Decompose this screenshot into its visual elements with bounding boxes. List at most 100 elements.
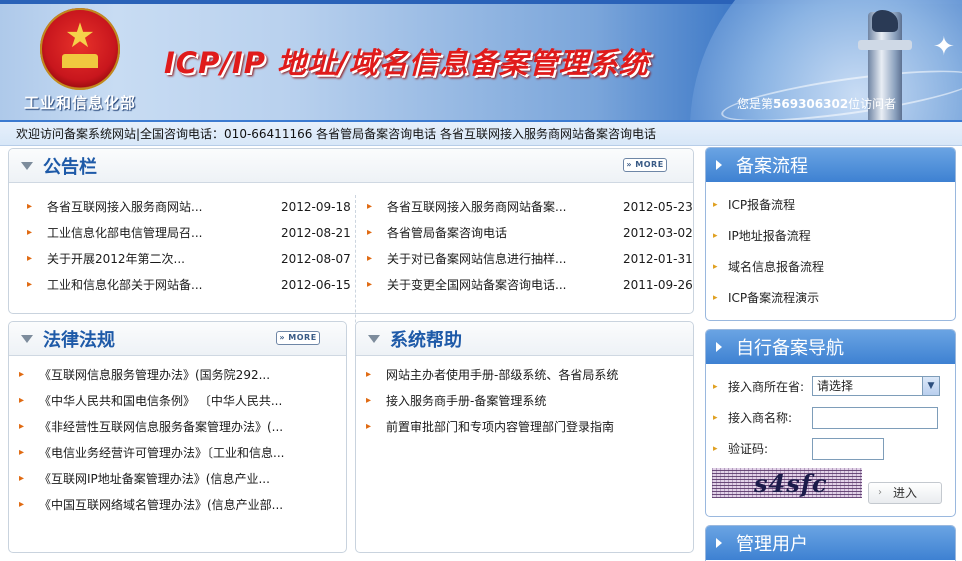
- pillar-cap-graphic: [858, 40, 912, 50]
- help-item-title[interactable]: 接入服务商手册-备案管理系统: [386, 389, 546, 413]
- law-item-title[interactable]: 《非经营性互联网信息服务备案管理办法》(...: [39, 415, 283, 439]
- self-nav-title: 自行备案导航: [736, 338, 844, 359]
- bulletin-item-title[interactable]: 工业信息化部电信管理局召...: [47, 221, 202, 245]
- self-nav-header: 自行备案导航: [706, 330, 955, 364]
- arrow-right-icon: [716, 342, 722, 352]
- chevron-right-icon: ›: [878, 487, 882, 498]
- bullet-icon: ▸: [19, 447, 25, 458]
- captcha-image[interactable]: s4sfc: [712, 468, 862, 498]
- law-item-title[interactable]: 《互联网IP地址备案管理办法》(信息产业...: [39, 467, 270, 491]
- captcha-label: 验证码:: [728, 442, 769, 456]
- site-title: ICP/IP 地址/域名信息备案管理系统: [164, 46, 649, 80]
- help-panel: 系统帮助 ▸ 网站主办者使用手册-部级系统、各省局系统 ▸ 接入服务商手册-备案管理…: [355, 321, 694, 553]
- bullet-icon: ▸: [367, 279, 373, 290]
- bulletin-item-title[interactable]: 各省互联网接入服务商网站备案...: [387, 195, 566, 219]
- help-title: 系统帮助: [390, 330, 462, 351]
- visitor-prefix: 您是第: [737, 97, 774, 111]
- laws-title: 法律法规: [43, 330, 115, 351]
- bulletin-item-title[interactable]: 关于变更全国网站备案咨询电话...: [387, 273, 566, 297]
- enter-button[interactable]: › 进入: [868, 482, 942, 504]
- law-item[interactable]: ▸ 《中华人民共和国电信条例》 〔中华人民共...: [19, 389, 339, 413]
- bullet-icon: ▸: [27, 201, 33, 212]
- bulletin-item[interactable]: ▸ 关于对已备案网站信息进行抽样... 2012-01-31: [367, 247, 693, 271]
- province-select[interactable]: 请选择 ▼: [812, 376, 940, 396]
- bulletin-item-date: 2012-05-23: [623, 200, 693, 214]
- bulletin-item[interactable]: ▸ 各省互联网接入服务商网站... 2012-09-18: [27, 195, 351, 219]
- bullet-icon: ▸: [713, 293, 718, 303]
- law-item[interactable]: ▸ 《互联网IP地址备案管理办法》(信息产业...: [19, 467, 339, 491]
- bulletin-item-title[interactable]: 各省管局备案咨询电话: [387, 221, 507, 245]
- department-name: 工业和信息化部: [24, 94, 137, 112]
- law-item-title[interactable]: 《电信业务经营许可管理办法》〔工业和信息...: [39, 441, 284, 465]
- help-item[interactable]: ▸ 接入服务商手册-备案管理系统: [366, 389, 686, 413]
- flow-item-label[interactable]: 域名信息报备流程: [728, 255, 824, 279]
- captcha-input[interactable]: [812, 438, 884, 460]
- bullet-icon: ▸: [366, 421, 372, 432]
- bulletin-item-title[interactable]: 关于开展2012年第二次...: [47, 247, 185, 271]
- sparkle-icon: ✦: [933, 32, 955, 62]
- bulletin-item[interactable]: ▸ 工业信息化部电信管理局召... 2012-08-21: [27, 221, 351, 245]
- flow-item-label[interactable]: ICP备案流程演示: [728, 286, 819, 310]
- law-item[interactable]: ▸ 《互联网信息服务管理办法》(国务院292...: [19, 363, 339, 387]
- help-item[interactable]: ▸ 前置审批部门和专项内容管理部门登录指南: [366, 415, 686, 439]
- bullet-icon: ▸: [366, 395, 372, 406]
- bulletin-item[interactable]: ▸ 各省互联网接入服务商网站备案... 2012-05-23: [367, 195, 693, 219]
- help-item[interactable]: ▸ 网站主办者使用手册-部级系统、各省局系统: [366, 363, 686, 387]
- help-item-title[interactable]: 前置审批部门和专项内容管理部门登录指南: [386, 415, 614, 439]
- bullet-icon: ▸: [367, 253, 373, 264]
- law-item-title[interactable]: 《中华人民共和国电信条例》 〔中华人民共...: [39, 389, 282, 413]
- flow-item-label[interactable]: IP地址报备流程: [728, 224, 811, 248]
- bullet-icon: ▸: [367, 201, 373, 212]
- province-row: ▸ 接入商所在省:: [706, 375, 806, 399]
- bullet-icon: ▸: [27, 253, 33, 264]
- bulletin-item[interactable]: ▸ 各省管局备案咨询电话 2012-03-02: [367, 221, 693, 245]
- flow-item[interactable]: ▸ 域名信息报备流程: [706, 255, 946, 279]
- bulletin-item-title[interactable]: 工业和信息化部关于网站备...: [47, 273, 202, 297]
- bulletin-item-date: 2012-08-21: [281, 226, 351, 240]
- law-item-title[interactable]: 《互联网信息服务管理办法》(国务院292...: [39, 363, 270, 387]
- collapse-triangle-icon: [21, 162, 33, 170]
- law-item[interactable]: ▸ 《电信业务经营许可管理办法》〔工业和信息...: [19, 441, 339, 465]
- bulletin-item-date: 2012-08-07: [281, 252, 351, 266]
- bulletin-item-date: 2012-06-15: [281, 278, 351, 292]
- bullet-icon: ▸: [27, 227, 33, 238]
- laws-panel: 法律法规 » MORE ▸ 《互联网信息服务管理办法》(国务院292... ▸ 《中…: [8, 321, 347, 553]
- bulletin-item-title[interactable]: 各省互联网接入服务商网站...: [47, 195, 202, 219]
- bullet-icon: ▸: [713, 262, 718, 272]
- bulletin-item[interactable]: ▸ 关于变更全国网站备案咨询电话... 2011-09-26: [367, 273, 693, 297]
- captcha-row: ▸ 验证码:: [706, 437, 806, 461]
- visitor-suffix: 位访问者: [848, 97, 897, 111]
- bullet-icon: ▸: [713, 382, 718, 392]
- enter-label: 进入: [893, 486, 918, 500]
- more-label: MORE: [288, 333, 317, 342]
- flow-item[interactable]: ▸ ICP报备流程: [706, 193, 946, 217]
- emblem-gate-graphic: [62, 54, 98, 68]
- chevron-down-icon[interactable]: ▼: [922, 377, 939, 395]
- provider-name-input[interactable]: [812, 407, 938, 429]
- bullet-icon: ▸: [367, 227, 373, 238]
- bullet-icon: ▸: [27, 279, 33, 290]
- bulletin-item-date: 2012-09-18: [281, 200, 351, 214]
- bulletin-panel: 公告栏 » MORE ▸ 各省互联网接入服务商网站... 2012-09-18 ▸ 工…: [8, 148, 694, 447]
- laws-more-button[interactable]: » MORE: [276, 331, 320, 345]
- captcha-image-text: s4sfc: [754, 469, 828, 498]
- flow-header: 备案流程: [706, 148, 955, 182]
- bulletin-item-date: 2011-09-26: [623, 278, 693, 292]
- flow-item-label[interactable]: ICP报备流程: [728, 193, 795, 217]
- emblem-star-icon: ★: [64, 16, 96, 56]
- bulletin-item-title[interactable]: 关于对已备案网站信息进行抽样...: [387, 247, 566, 271]
- admin-title: 管理用户: [736, 534, 808, 555]
- help-header: 系统帮助: [356, 322, 693, 356]
- law-item-title[interactable]: 《中国互联网络域名管理办法》(信息产业部...: [39, 493, 283, 517]
- bullet-icon: ▸: [713, 444, 718, 454]
- bulletin-more-button[interactable]: » MORE: [623, 158, 667, 172]
- bulletin-item[interactable]: ▸ 工业和信息化部关于网站备... 2012-06-15: [27, 273, 351, 297]
- collapse-triangle-icon: [21, 335, 33, 343]
- flow-item[interactable]: ▸ ICP备案流程演示: [706, 286, 946, 310]
- name-label: 接入商名称:: [728, 411, 793, 425]
- law-item[interactable]: ▸ 《中国互联网络域名管理办法》(信息产业部...: [19, 493, 339, 517]
- law-item[interactable]: ▸ 《非经营性互联网信息服务备案管理办法》(...: [19, 415, 339, 439]
- flow-item[interactable]: ▸ IP地址报备流程: [706, 224, 946, 248]
- help-item-title[interactable]: 网站主办者使用手册-部级系统、各省局系统: [386, 363, 618, 387]
- bulletin-item[interactable]: ▸ 关于开展2012年第二次... 2012-08-07: [27, 247, 351, 271]
